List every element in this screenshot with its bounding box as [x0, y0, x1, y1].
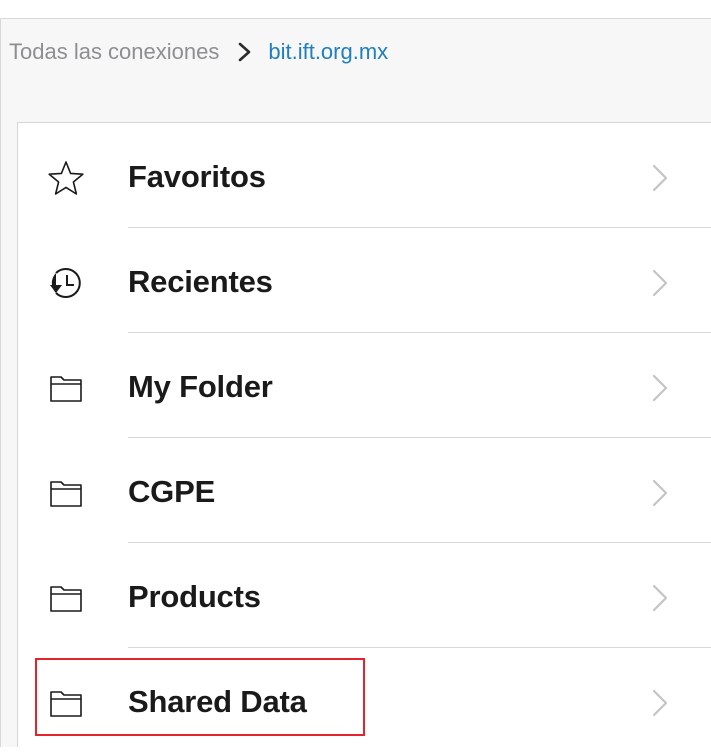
list-item-favoritos[interactable]: Favoritos: [18, 123, 711, 228]
list-item-label: Favoritos: [128, 159, 266, 194]
chevron-right-icon: [650, 373, 670, 403]
connection-list: Favoritos Recientes My Folder CGPE Produ…: [17, 122, 711, 747]
chevron-right-icon: [650, 163, 670, 193]
list-item-cgpe[interactable]: CGPE: [18, 438, 711, 543]
breadcrumb-separator-chevron-icon: [232, 38, 260, 66]
list-item-label: Recientes: [128, 264, 273, 299]
star-icon: [48, 160, 84, 195]
list-item-label: Products: [128, 579, 261, 614]
chevron-right-icon: [650, 583, 670, 613]
breadcrumb-root[interactable]: Todas las conexiones: [9, 39, 219, 65]
chevron-right-icon: [650, 268, 670, 298]
clock-history-icon: [48, 265, 82, 299]
folder-icon: [48, 370, 82, 404]
list-item-recientes[interactable]: Recientes: [18, 228, 711, 333]
list-item-shared-data[interactable]: Shared Data: [18, 648, 711, 753]
folder-icon: [48, 685, 82, 719]
breadcrumb: Todas las conexiones bit.ift.org.mx: [9, 35, 388, 69]
folder-icon: [48, 475, 82, 509]
list-item-label: My Folder: [128, 369, 273, 404]
chevron-right-icon: [650, 478, 670, 508]
folder-icon: [48, 580, 82, 614]
chevron-right-icon: [650, 688, 670, 718]
list-item-label: Shared Data: [128, 684, 307, 719]
list-item-my-folder[interactable]: My Folder: [18, 333, 711, 438]
list-item-products[interactable]: Products: [18, 543, 711, 648]
list-item-label: CGPE: [128, 474, 216, 509]
breadcrumb-current[interactable]: bit.ift.org.mx: [268, 39, 388, 65]
